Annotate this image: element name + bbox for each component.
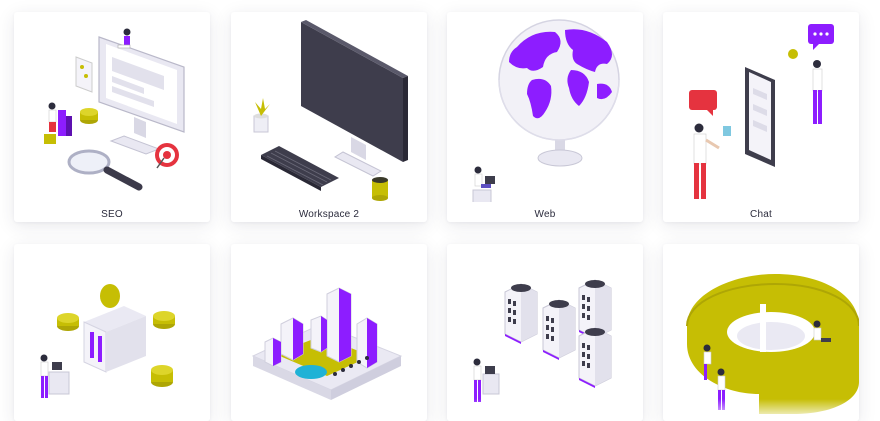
illustration-label: SEO <box>101 209 123 220</box>
illustration-card-workspace-2[interactable]: Workspace 2 <box>231 12 427 222</box>
server-icon <box>473 279 612 402</box>
finance-icon <box>40 284 175 398</box>
illustration-label: Web <box>534 209 556 220</box>
illustration-card-seo[interactable]: SEO <box>14 12 210 222</box>
city-icon <box>251 287 403 400</box>
workspace-icon <box>253 20 408 201</box>
illustration-card-city[interactable] <box>231 244 427 421</box>
illustration-card-finance[interactable] <box>14 244 210 421</box>
illustration-label: Chat <box>750 209 772 220</box>
chart-icon <box>686 274 859 414</box>
illustration-card-chat[interactable]: Chat <box>663 12 859 222</box>
illustration-card-server[interactable] <box>447 244 643 421</box>
chat-icon <box>689 24 834 199</box>
seo-icon <box>44 28 185 191</box>
illustration-label: Workspace 2 <box>298 209 360 220</box>
globe-icon <box>472 19 620 202</box>
illustration-card-chart[interactable] <box>663 244 859 421</box>
illustration-card-web[interactable]: Web <box>447 12 643 222</box>
